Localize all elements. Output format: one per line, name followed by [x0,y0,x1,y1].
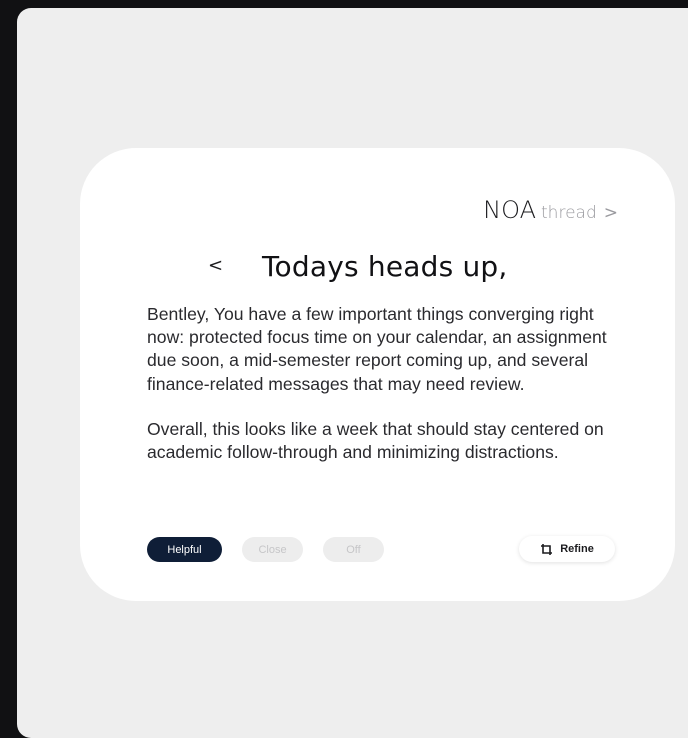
feedback-actions: Helpful Close Off [147,537,384,562]
back-icon[interactable]: < [208,255,223,276]
heads-up-card: NOA thread > < Todays heads up, Bentley,… [80,148,675,601]
brand-thread-link[interactable]: NOA thread > [483,198,618,223]
refine-label: Refine [560,543,594,555]
off-button[interactable]: Off [323,537,384,562]
close-button[interactable]: Close [242,537,303,562]
brand-logo: NOA [483,196,537,224]
chevron-right-icon: > [603,203,618,223]
message-paragraph: Overall, this looks like a week that sho… [147,418,604,463]
brand-product-label: thread [541,203,597,223]
helpful-button[interactable]: Helpful [147,537,222,562]
message-body: Bentley, You have a few important things… [147,303,619,486]
refine-button[interactable]: Refine [519,536,615,562]
page-title: Todays heads up, [262,250,508,283]
app-panel: NOA thread > < Todays heads up, Bentley,… [17,8,688,738]
crop-icon [541,543,553,555]
message-paragraph: Bentley, You have a few important things… [147,304,607,394]
